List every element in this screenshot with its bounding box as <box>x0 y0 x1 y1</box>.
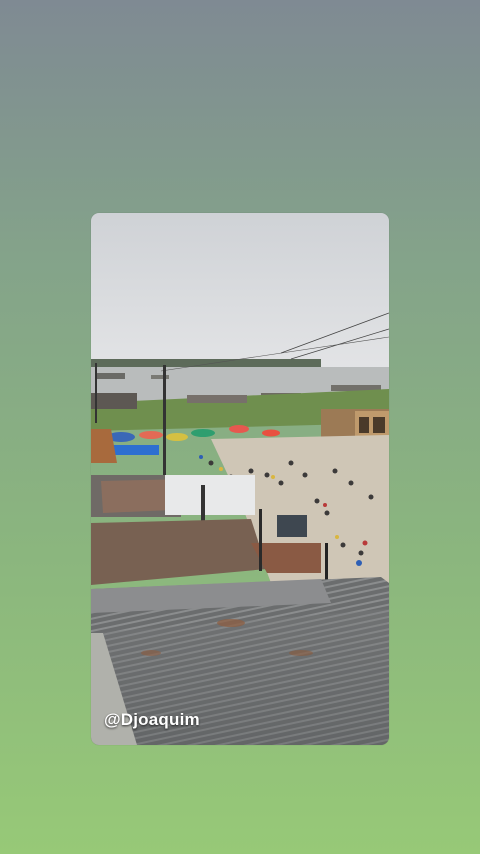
far-shore <box>91 359 321 367</box>
creator-handle-watermark: @Djoaquim <box>104 710 200 729</box>
sky <box>91 213 389 373</box>
riverside-market-photo <box>91 213 389 745</box>
photo-card[interactable] <box>91 213 389 745</box>
rusty-roof <box>91 519 267 585</box>
